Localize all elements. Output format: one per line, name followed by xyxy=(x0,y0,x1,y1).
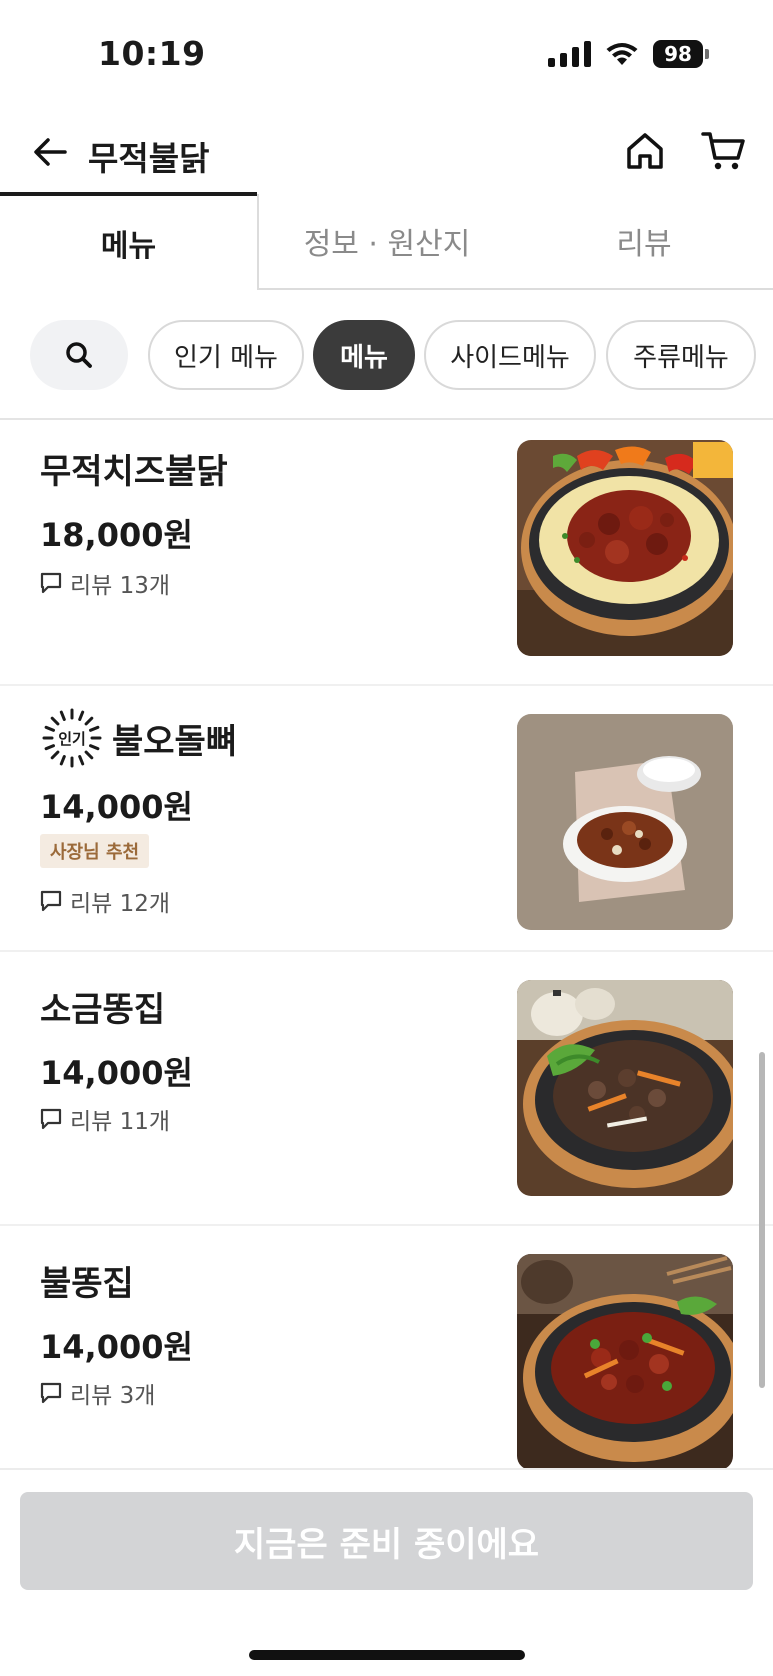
menu-item[interactable]: 소금똥집 14,000원 리뷰 11개 xyxy=(0,952,773,1226)
chip-side-menu[interactable]: 사이드메뉴 xyxy=(424,320,596,390)
menu-item[interactable]: 불똥집 14,000원 리뷰 3개 xyxy=(0,1226,773,1468)
status-indicators: 98 xyxy=(548,40,709,68)
menu-item-review: 리뷰 12개 xyxy=(40,884,170,918)
chip-popular-menu[interactable]: 인기 메뉴 xyxy=(148,320,304,390)
review-bubble-icon xyxy=(40,572,62,594)
tab-review[interactable]: 리뷰 xyxy=(515,194,773,290)
back-arrow-icon xyxy=(34,138,67,166)
menu-item-price: 14,000원 xyxy=(40,1328,193,1366)
search-icon xyxy=(66,342,92,368)
popular-label: 인기 xyxy=(58,729,86,748)
review-bubble-icon xyxy=(40,1382,62,1404)
menu-item-photo xyxy=(517,440,733,656)
category-chips: 인기 메뉴 메뉴 사이드메뉴 주류메뉴 xyxy=(0,318,773,392)
menu-item-price: 14,000원 xyxy=(40,788,193,826)
menu-item-name: 소금똥집 xyxy=(40,990,166,1030)
home-button[interactable] xyxy=(622,128,668,174)
chip-drinks-menu[interactable]: 주류메뉴 xyxy=(606,320,756,390)
menu-item-review: 리뷰 11개 xyxy=(40,1102,170,1136)
cart-icon xyxy=(701,132,745,170)
review-count: 리뷰 11개 xyxy=(70,1109,171,1135)
menu-item[interactable]: 무적치즈불닭 18,000원 리뷰 13개 xyxy=(0,420,773,686)
cellular-signal-icon xyxy=(548,41,591,67)
popular-burst-icon: 인기 xyxy=(40,706,104,770)
review-bubble-icon xyxy=(40,1108,62,1130)
menu-item-name: 불오돌뼈 xyxy=(112,721,238,762)
menu-item-photo xyxy=(517,980,733,1196)
home-indicator xyxy=(249,1650,525,1660)
battery-icon: 98 xyxy=(653,40,709,68)
review-bubble-icon xyxy=(40,890,62,912)
menu-item-name: 불똥집 xyxy=(40,1264,134,1304)
home-icon xyxy=(627,133,663,169)
order-button-disabled[interactable]: 지금은 준비 중이에요 xyxy=(20,1492,753,1590)
recommend-badge: 사장님 추천 xyxy=(40,834,150,868)
bottom-bar: 지금은 준비 중이에요 xyxy=(0,1468,773,1676)
review-count: 리뷰 12개 xyxy=(70,891,171,917)
review-count: 리뷰 3개 xyxy=(70,1383,156,1409)
wifi-icon xyxy=(606,43,638,65)
battery-level: 98 xyxy=(653,40,703,68)
menu-item-review: 리뷰 13개 xyxy=(40,566,170,600)
tab-info[interactable]: 정보 · 원산지 xyxy=(257,194,515,290)
store-header: 무적불닭 xyxy=(0,112,773,196)
status-time: 10:19 xyxy=(98,34,206,73)
scrollbar[interactable] xyxy=(759,1052,765,1388)
back-button[interactable] xyxy=(28,130,72,174)
cart-button[interactable] xyxy=(700,128,748,174)
store-tabs: 메뉴 정보 · 원산지 리뷰 xyxy=(0,192,773,290)
menu-item-price: 18,000원 xyxy=(40,516,193,554)
tab-menu[interactable]: 메뉴 xyxy=(0,192,257,290)
menu-item-price: 14,000원 xyxy=(40,1054,193,1092)
review-count: 리뷰 13개 xyxy=(70,573,171,599)
chip-menu[interactable]: 메뉴 xyxy=(313,320,415,390)
menu-item-name-row: 인기 불오돌뼈 xyxy=(40,706,237,770)
menu-item-name: 무적치즈불닭 xyxy=(40,452,228,492)
menu-item-photo xyxy=(517,714,733,930)
menu-item-review: 리뷰 3개 xyxy=(40,1376,155,1410)
page-title: 무적불닭 xyxy=(88,139,210,178)
search-button[interactable] xyxy=(30,320,128,390)
menu-item-photo xyxy=(517,1254,733,1468)
status-bar: 10:19 98 xyxy=(0,0,773,112)
menu-item[interactable]: 인기 불오돌뼈 14,000원 사장님 추천 리뷰 12개 xyxy=(0,686,773,952)
menu-list: 무적치즈불닭 18,000원 리뷰 13개 인기 불오돌뼈 14,000원 사장… xyxy=(0,420,773,1468)
